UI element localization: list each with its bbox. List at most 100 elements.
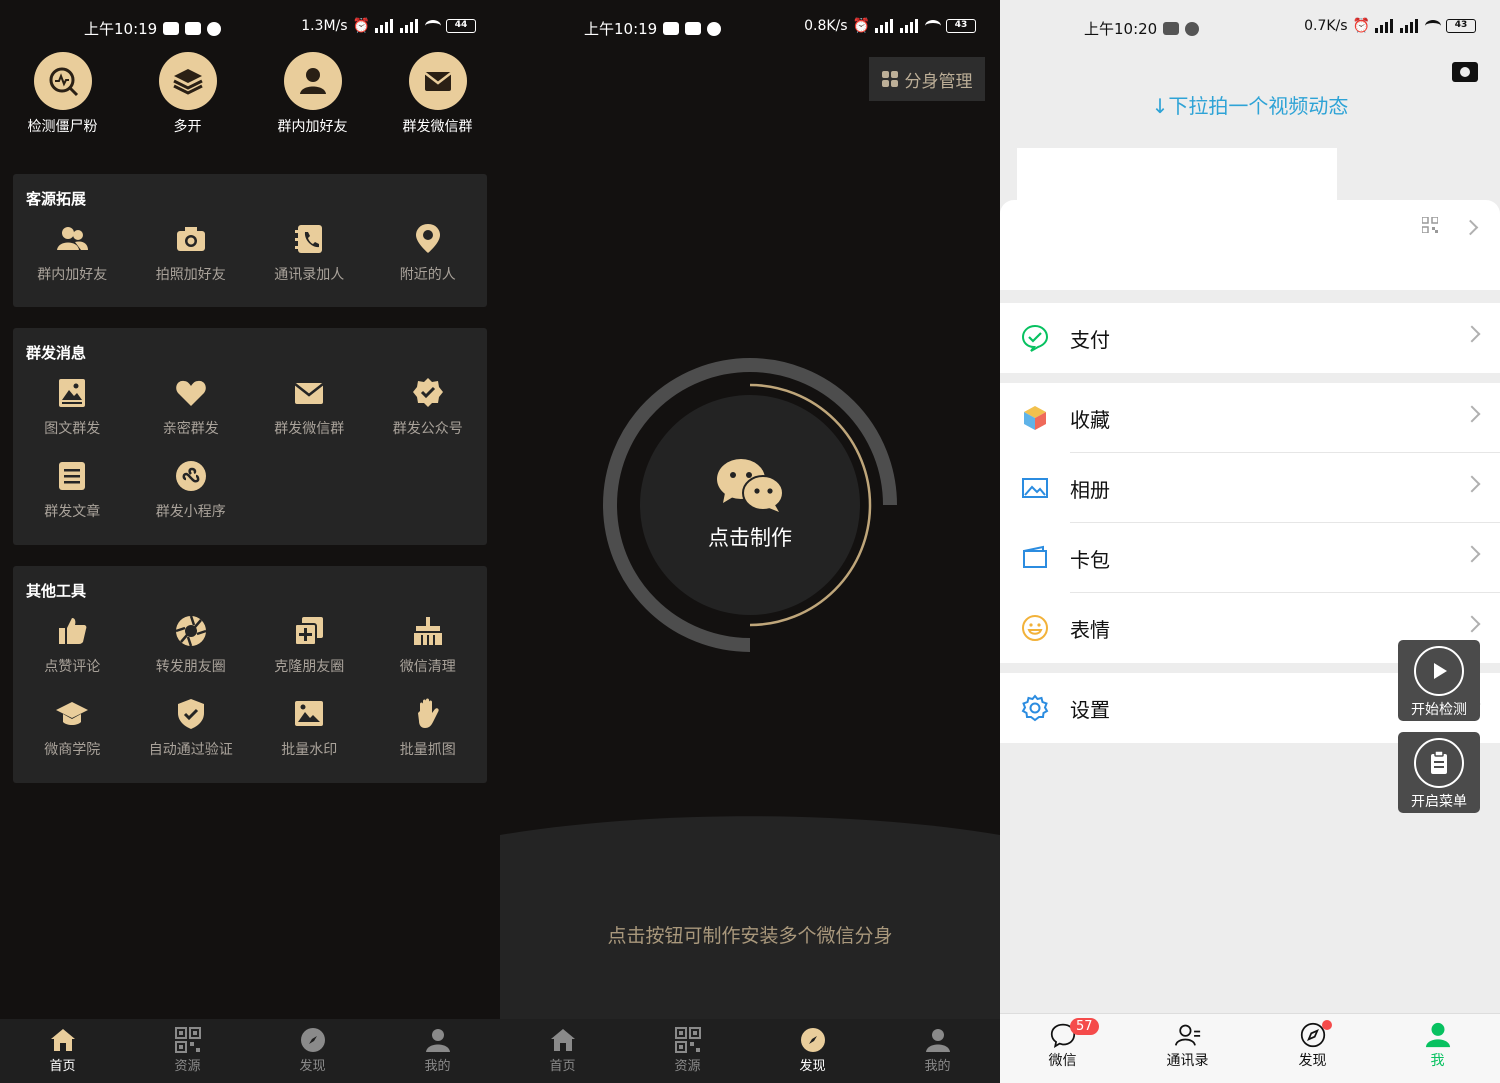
wifi-icon bbox=[925, 20, 941, 32]
tab-chats[interactable]: 微信 57 bbox=[1000, 1014, 1125, 1083]
play-icon bbox=[1434, 663, 1447, 679]
menu-group-pay: 支付 bbox=[1000, 303, 1500, 373]
tab-label: 首页 bbox=[549, 1059, 576, 1074]
tab-home[interactable]: 首页 bbox=[0, 1019, 125, 1083]
block-icon bbox=[1185, 21, 1200, 36]
item-batch-grab[interactable]: 批量抓图 bbox=[369, 697, 488, 780]
item-label: 通讯录加人 bbox=[274, 267, 345, 283]
status-bar: 上午10:20 0.7K/s ⏰ 43 bbox=[1000, 0, 1500, 56]
user-icon bbox=[1425, 1022, 1450, 1048]
tab-label: 发现 bbox=[299, 1059, 326, 1074]
heart-icon bbox=[175, 380, 206, 406]
menu-pay[interactable]: 支付 bbox=[1000, 303, 1500, 373]
tab-home[interactable]: 首页 bbox=[500, 1019, 625, 1083]
tab-label: 微信 bbox=[1048, 1053, 1077, 1069]
chevron-right-icon bbox=[1463, 615, 1481, 633]
qrcode-icon bbox=[674, 1027, 701, 1053]
menu-favorites[interactable]: 收藏 bbox=[1000, 383, 1500, 453]
shortcut-mass-group[interactable]: 群发微信群 bbox=[375, 52, 500, 136]
menu-label: 卡包 bbox=[1070, 547, 1110, 572]
status-bar: 上午10:19 1.3M/s ⏰ 44 bbox=[0, 0, 500, 56]
open-menu-button[interactable]: 开启菜单 bbox=[1398, 732, 1480, 813]
chevron-right-icon bbox=[1463, 475, 1481, 493]
start-detect-button[interactable]: 开始检测 bbox=[1398, 640, 1480, 721]
status-time: 上午10:19 bbox=[84, 20, 158, 38]
item-forward-moments[interactable]: 转发朋友圈 bbox=[132, 614, 251, 697]
alarm-icon: ⏰ bbox=[352, 18, 370, 34]
item-like-comment[interactable]: 点赞评论 bbox=[13, 614, 132, 697]
item-clone-moments[interactable]: 克隆朋友圈 bbox=[250, 614, 369, 697]
mail-icon bbox=[423, 72, 452, 91]
tab-mine[interactable]: 我的 bbox=[375, 1019, 500, 1083]
compass-icon bbox=[300, 1028, 325, 1052]
tab-contacts[interactable]: 通讯录 bbox=[1125, 1014, 1250, 1083]
item-wechat-academy[interactable]: 微商学院 bbox=[13, 697, 132, 780]
block-icon bbox=[707, 21, 722, 36]
camera-icon[interactable] bbox=[1452, 62, 1478, 82]
album-icon bbox=[1022, 478, 1048, 498]
bottom-tab-bar: 首页 资源 发现 我的 bbox=[500, 1019, 1000, 1083]
tab-discover[interactable]: 发现 bbox=[750, 1019, 875, 1083]
tab-mine[interactable]: 我的 bbox=[875, 1019, 1000, 1083]
item-mass-official-account[interactable]: 群发公众号 bbox=[369, 376, 488, 459]
tab-label: 我 bbox=[1430, 1053, 1445, 1069]
make-clone-button[interactable]: 点击制作 bbox=[640, 395, 860, 615]
item-label: 群发微信群 bbox=[274, 421, 345, 437]
item-mass-wechat-group[interactable]: 群发微信群 bbox=[250, 376, 369, 459]
signal-icon bbox=[1375, 19, 1395, 33]
clone-manage-button[interactable]: 分身管理 bbox=[869, 57, 985, 101]
section-title: 其他工具 bbox=[26, 582, 87, 600]
item-label: 亲密群发 bbox=[162, 421, 219, 437]
item-mass-miniprogram[interactable]: 群发小程序 bbox=[132, 459, 251, 542]
section-other-tools: 其他工具 点赞评论 转发朋友圈 克隆朋友圈 微信清理 微商学院 自动通过验证 批… bbox=[13, 566, 487, 783]
tab-resources[interactable]: 资源 bbox=[125, 1019, 250, 1083]
item-wechat-clean[interactable]: 微信清理 bbox=[369, 614, 488, 697]
item-auto-verify[interactable]: 自动通过验证 bbox=[132, 697, 251, 780]
shield-check-icon bbox=[177, 699, 204, 729]
shortcut-group-add-friend[interactable]: 群内加好友 bbox=[250, 52, 375, 136]
message-icon bbox=[1163, 22, 1180, 35]
message-icon bbox=[663, 22, 680, 35]
tab-resources[interactable]: 资源 bbox=[625, 1019, 750, 1083]
home-icon bbox=[50, 1029, 75, 1051]
avatar-area bbox=[1017, 148, 1337, 208]
qrcode-icon[interactable] bbox=[1422, 217, 1438, 233]
menu-cards[interactable]: 卡包 bbox=[1000, 523, 1500, 593]
item-mass-article[interactable]: 群发文章 bbox=[13, 459, 132, 542]
tab-label: 资源 bbox=[674, 1059, 701, 1074]
item-photo-add-friend[interactable]: 拍照加好友 bbox=[132, 222, 251, 305]
wechat-tab-bar: 微信 57 通讯录 发现 我 bbox=[1000, 1013, 1500, 1083]
battery-icon: 44 bbox=[446, 19, 476, 33]
app-home-screen: 上午10:19 1.3M/s ⏰ 44 检测僵尸粉 多开 群内加好友 群发微信群… bbox=[0, 0, 500, 1083]
broom-icon bbox=[413, 617, 442, 645]
item-image-text-mass[interactable]: 图文群发 bbox=[13, 376, 132, 459]
shortcut-label: 群发微信群 bbox=[402, 119, 473, 135]
profile-card[interactable] bbox=[1000, 200, 1500, 290]
tab-discover[interactable]: 发现 bbox=[1250, 1014, 1375, 1083]
item-label: 群内加好友 bbox=[37, 267, 108, 283]
item-group-add-friend[interactable]: 群内加好友 bbox=[13, 222, 132, 305]
shortcut-detect-zombie[interactable]: 检测僵尸粉 bbox=[0, 52, 125, 136]
image-edit-icon bbox=[295, 701, 324, 726]
item-nearby-people[interactable]: 附近的人 bbox=[369, 222, 488, 305]
make-clone-label: 点击制作 bbox=[708, 526, 792, 550]
contacts-icon bbox=[1174, 1024, 1200, 1046]
signal-icon bbox=[875, 19, 895, 33]
chevron-right-icon bbox=[1463, 545, 1481, 563]
tab-me[interactable]: 我 bbox=[1375, 1014, 1500, 1083]
signal-icon bbox=[1400, 19, 1420, 33]
section-mass-message: 群发消息 图文群发 亲密群发 群发微信群 群发公众号 群发文章 群发小程序 bbox=[13, 328, 487, 545]
shortcut-multi-open[interactable]: 多开 bbox=[125, 52, 250, 136]
wifi-icon bbox=[1425, 20, 1441, 32]
tab-label: 首页 bbox=[49, 1059, 76, 1074]
item-label: 附近的人 bbox=[399, 267, 456, 283]
item-label: 转发朋友圈 bbox=[155, 659, 226, 675]
item-label: 微信清理 bbox=[399, 659, 456, 675]
menu-album[interactable]: 相册 bbox=[1000, 453, 1500, 523]
item-batch-watermark[interactable]: 批量水印 bbox=[250, 697, 369, 780]
item-close-mass[interactable]: 亲密群发 bbox=[132, 376, 251, 459]
status-time: 上午10:20 bbox=[1084, 20, 1158, 38]
tab-discover[interactable]: 发现 bbox=[250, 1019, 375, 1083]
item-contacts-add[interactable]: 通讯录加人 bbox=[250, 222, 369, 305]
tab-label: 我的 bbox=[424, 1059, 451, 1074]
